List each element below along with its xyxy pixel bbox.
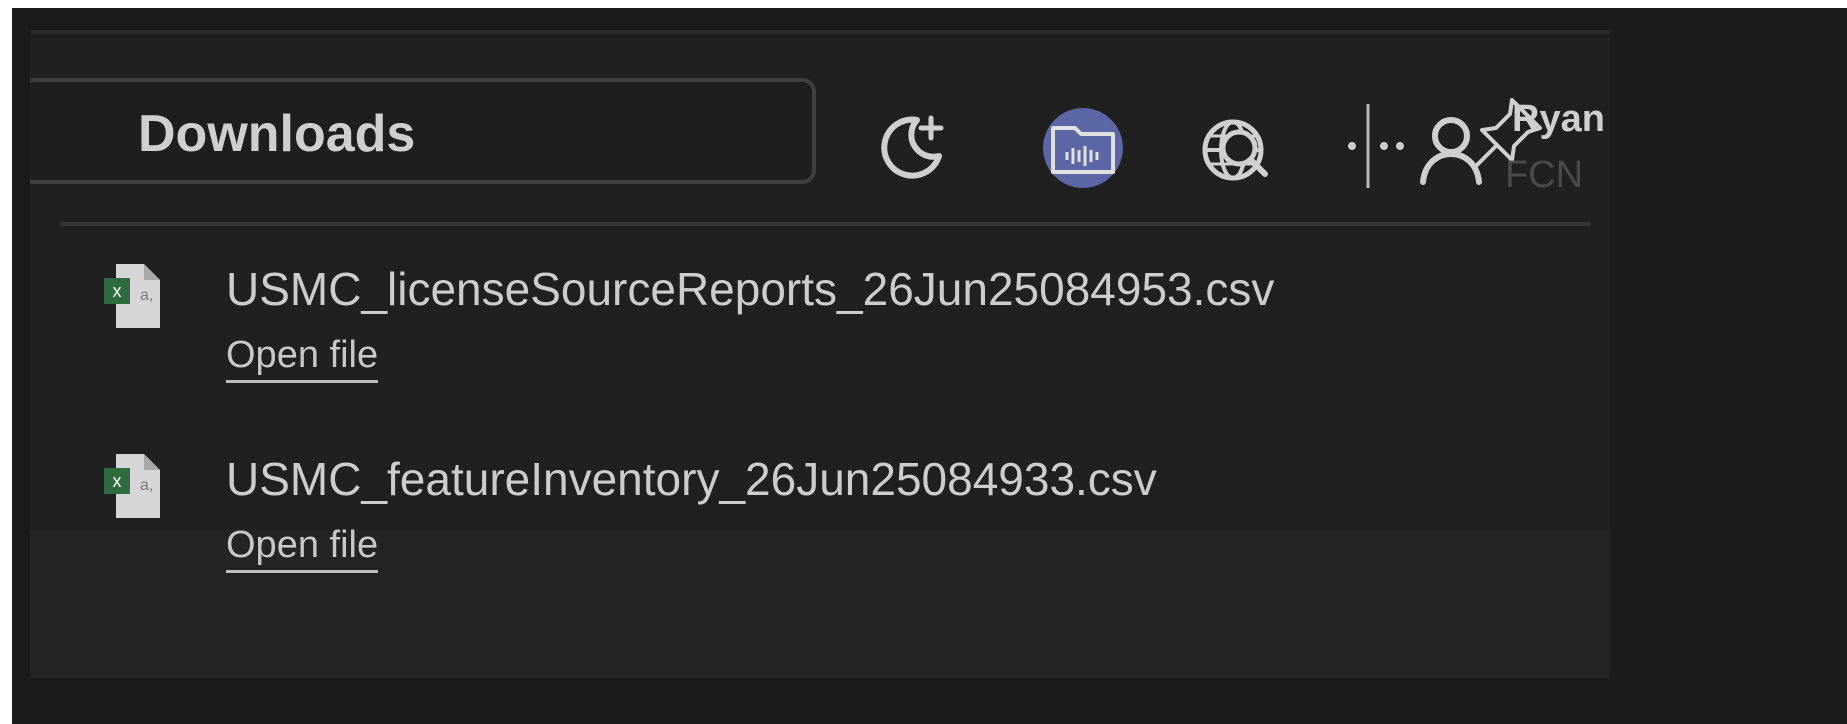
- right-background-area: [1610, 8, 1847, 724]
- excel-csv-file-icon: x a,: [104, 454, 160, 518]
- top-strip: [30, 30, 1610, 34]
- user-org: FCN: [1505, 154, 1584, 196]
- header-divider: [60, 222, 1590, 226]
- open-file-link[interactable]: Open file: [226, 526, 379, 573]
- moon-sparkle-icon[interactable]: [873, 108, 953, 188]
- user-name: Ryan: [1512, 98, 1605, 140]
- more-icon[interactable]: [1330, 98, 1408, 194]
- svg-text:x: x: [113, 281, 122, 301]
- globe-search-icon[interactable]: [1193, 108, 1279, 194]
- open-file-link[interactable]: Open file: [226, 336, 379, 383]
- panel-title: Downloads: [138, 105, 416, 163]
- download-item[interactable]: x a, USMC_licenseSourceReports_26Jun2508…: [30, 240, 1590, 400]
- window-frame: Downloads Ryan FCN x a, USMC_licenseSour…: [12, 8, 1847, 724]
- excel-csv-file-icon: x a,: [104, 264, 160, 328]
- downloads-folder-icon: [1051, 126, 1115, 174]
- svg-text:a,: a,: [140, 287, 153, 304]
- download-file-name[interactable]: USMC_licenseSourceReports_26Jun25084953.…: [226, 266, 1274, 312]
- download-item[interactable]: x a, USMC_featureInventory_26Jun25084933…: [30, 430, 1590, 600]
- svg-text:x: x: [113, 471, 122, 491]
- downloads-panel: Downloads Ryan FCN x a, USMC_licenseSour…: [30, 30, 1610, 678]
- downloads-button[interactable]: [1035, 100, 1131, 196]
- download-file-name[interactable]: USMC_featureInventory_26Jun25084933.csv: [226, 456, 1157, 502]
- svg-text:a,: a,: [140, 477, 153, 494]
